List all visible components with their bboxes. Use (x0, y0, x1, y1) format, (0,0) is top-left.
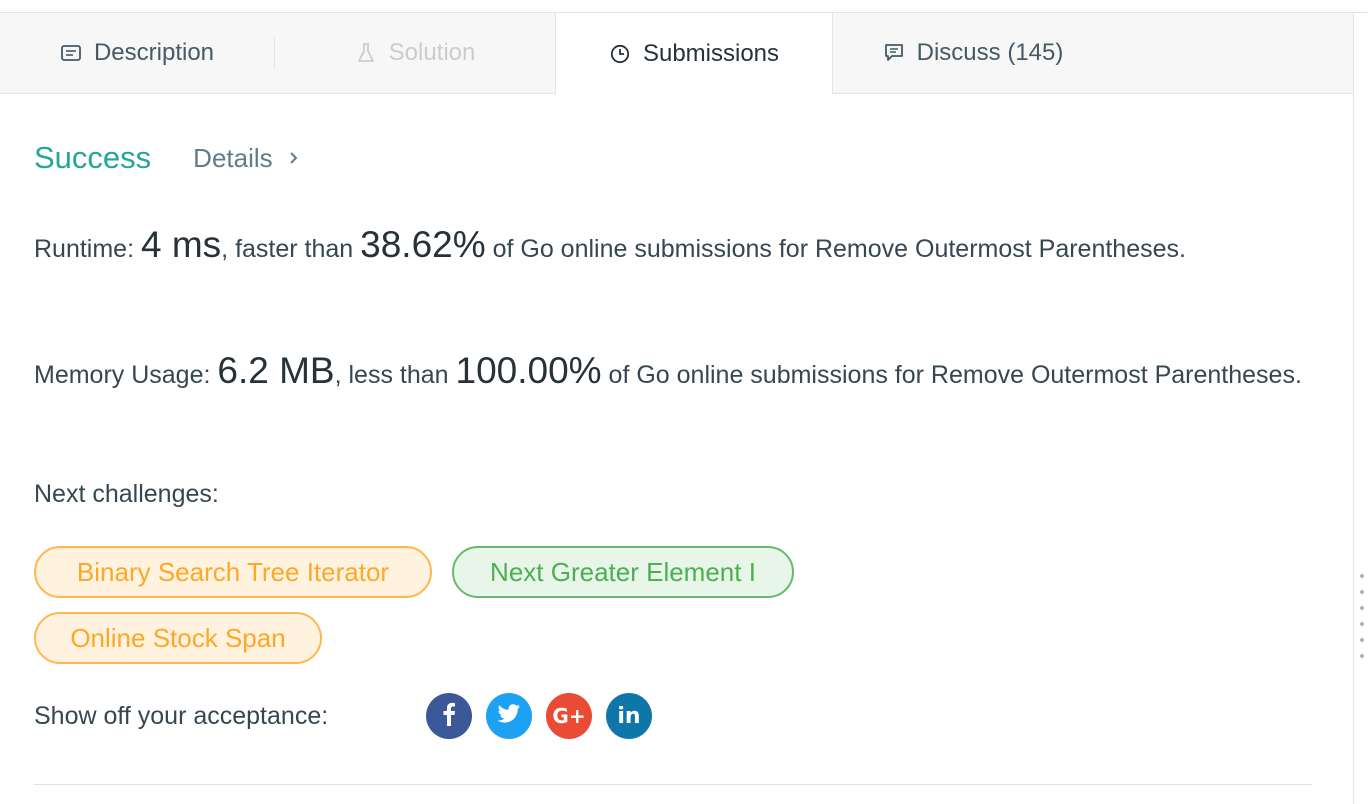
runtime-label: Runtime: (34, 235, 141, 263)
memory-stat: Memory Usage: 6.2 MB, less than 100.00% … (34, 350, 1324, 396)
share-label: Show off your acceptance: (34, 702, 329, 730)
challenge-chip[interactable]: Next Greater Element I (452, 546, 794, 598)
clock-icon (609, 43, 631, 65)
challenge-chip[interactable]: Binary Search Tree Iterator (34, 546, 432, 598)
description-icon (60, 42, 82, 64)
panel-right-border (1353, 13, 1354, 804)
twitter-icon (497, 703, 521, 729)
memory-value: 6.2 MB (217, 350, 335, 391)
linkedin-icon: in (617, 703, 641, 729)
google-plus-share-button[interactable]: G+ (546, 693, 592, 739)
memory-label: Memory Usage: (34, 361, 218, 389)
tab-description-label: Description (93, 39, 215, 66)
twitter-share-button[interactable] (486, 693, 532, 739)
google-plus-icon: G+ (552, 704, 586, 728)
challenge-name: Binary Search Tree Iterator (76, 556, 390, 587)
tab-solution[interactable]: Solution (275, 13, 555, 93)
runtime-value: 4 ms (140, 224, 222, 265)
challenge-chip[interactable]: Online Stock Span (34, 612, 322, 664)
linkedin-share-button[interactable]: in (606, 693, 652, 739)
memory-suffix: of Go online submissions for Remove Oute… (601, 361, 1302, 389)
resize-handle[interactable] (1360, 574, 1368, 670)
tab-solution-label: Solution (388, 39, 476, 66)
tab-submissions[interactable]: Submissions (555, 13, 833, 94)
status-success: Success (34, 140, 152, 175)
next-challenges-label: Next challenges: (34, 480, 219, 508)
memory-mid: , less than (334, 361, 456, 389)
status-row: Success Details (34, 140, 299, 176)
challenge-name: Online Stock Span (70, 622, 286, 653)
runtime-stat: Runtime: 4 ms, faster than 38.62% of Go … (34, 224, 1324, 270)
comment-icon (883, 42, 905, 64)
flask-icon (355, 42, 377, 64)
facebook-icon (442, 702, 456, 731)
divider (34, 784, 1312, 785)
details-label: Details (193, 142, 273, 173)
tab-description[interactable]: Description (0, 13, 274, 93)
tab-discuss[interactable]: Discuss (145) (833, 13, 1113, 93)
facebook-share-button[interactable] (426, 693, 472, 739)
tab-discuss-label: Discuss (145) (916, 39, 1064, 66)
runtime-mid: , faster than (221, 235, 361, 263)
tab-submissions-label: Submissions (642, 39, 780, 67)
challenge-name: Next Greater Element I (490, 556, 756, 587)
chevron-right-icon (289, 150, 299, 166)
memory-percent: 100.00% (455, 350, 602, 391)
runtime-percent: 38.62% (360, 224, 486, 265)
runtime-suffix: of Go online submissions for Remove Oute… (485, 235, 1186, 263)
details-link[interactable]: Details (193, 143, 298, 174)
tab-bar: Description Solution Submissions Discuss… (0, 13, 1353, 94)
